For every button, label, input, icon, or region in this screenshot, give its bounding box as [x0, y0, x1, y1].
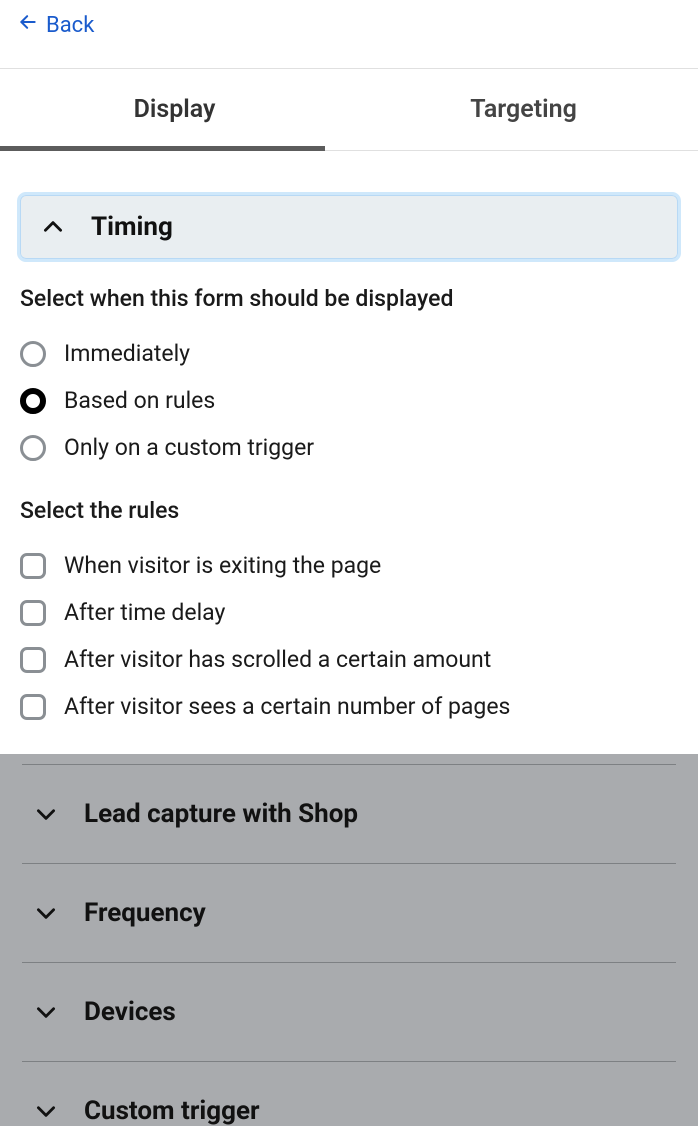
tab-targeting[interactable]: Targeting — [349, 69, 698, 150]
radio-icon — [20, 388, 46, 414]
back-button[interactable]: Back — [18, 6, 94, 38]
accordion-devices[interactable]: Devices — [22, 962, 676, 1061]
tab-display[interactable]: Display — [0, 69, 349, 150]
checkbox-time-delay[interactable]: After time delay — [20, 589, 678, 636]
chevron-down-icon — [32, 899, 60, 927]
rules-prompt: Select the rules — [20, 497, 678, 524]
checkbox-exit-intent[interactable]: When visitor is exiting the page — [20, 542, 678, 589]
accordion-frequency[interactable]: Frequency — [22, 863, 676, 962]
chevron-down-icon — [32, 998, 60, 1026]
tabs: Display Targeting — [0, 69, 698, 151]
checkbox-icon — [20, 647, 46, 673]
radio-icon — [20, 435, 46, 461]
checkbox-icon — [20, 600, 46, 626]
checkbox-icon — [20, 553, 46, 579]
display-tab-content: Timing Select when this form should be d… — [0, 151, 698, 730]
accordion-custom-trigger[interactable]: Custom trigger — [22, 1061, 676, 1126]
timing-prompt: Select when this form should be displaye… — [20, 285, 678, 312]
chevron-down-icon — [32, 1097, 60, 1125]
checkbox-pages-label: After visitor sees a certain number of p… — [64, 693, 510, 720]
header-bar: Back — [0, 0, 698, 69]
radio-custom-trigger[interactable]: Only on a custom trigger — [20, 424, 678, 471]
checkbox-scroll-amount[interactable]: After visitor has scrolled a certain amo… — [20, 636, 678, 683]
radio-based-on-rules-label: Based on rules — [64, 387, 215, 414]
accordion-frequency-title: Frequency — [84, 898, 206, 928]
radio-based-on-rules[interactable]: Based on rules — [20, 377, 678, 424]
tab-targeting-label: Targeting — [470, 95, 577, 124]
chevron-down-icon — [32, 800, 60, 828]
chevron-up-icon — [39, 213, 67, 241]
checkbox-scroll-label: After visitor has scrolled a certain amo… — [64, 646, 491, 673]
accordion-devices-title: Devices — [84, 997, 176, 1027]
checkbox-page-views[interactable]: After visitor sees a certain number of p… — [20, 683, 678, 730]
radio-icon — [20, 341, 46, 367]
radio-custom-trigger-label: Only on a custom trigger — [64, 434, 314, 461]
back-label: Back — [46, 13, 94, 38]
tab-display-label: Display — [134, 95, 216, 124]
checkbox-delay-label: After time delay — [64, 599, 225, 626]
checkbox-icon — [20, 694, 46, 720]
accordion-lead-capture[interactable]: Lead capture with Shop — [22, 764, 676, 863]
radio-immediately-label: Immediately — [64, 340, 190, 367]
checkbox-exit-label: When visitor is exiting the page — [64, 552, 381, 579]
radio-immediately[interactable]: Immediately — [20, 330, 678, 377]
arrow-left-icon — [18, 12, 38, 38]
accordion-custom-trigger-title: Custom trigger — [84, 1096, 260, 1126]
accordion-timing-header[interactable]: Timing — [20, 195, 678, 259]
accordion-lead-capture-title: Lead capture with Shop — [84, 799, 358, 829]
accordion-timing-title: Timing — [91, 212, 173, 242]
collapsed-sections: Lead capture with Shop Frequency Devices… — [0, 754, 698, 1126]
